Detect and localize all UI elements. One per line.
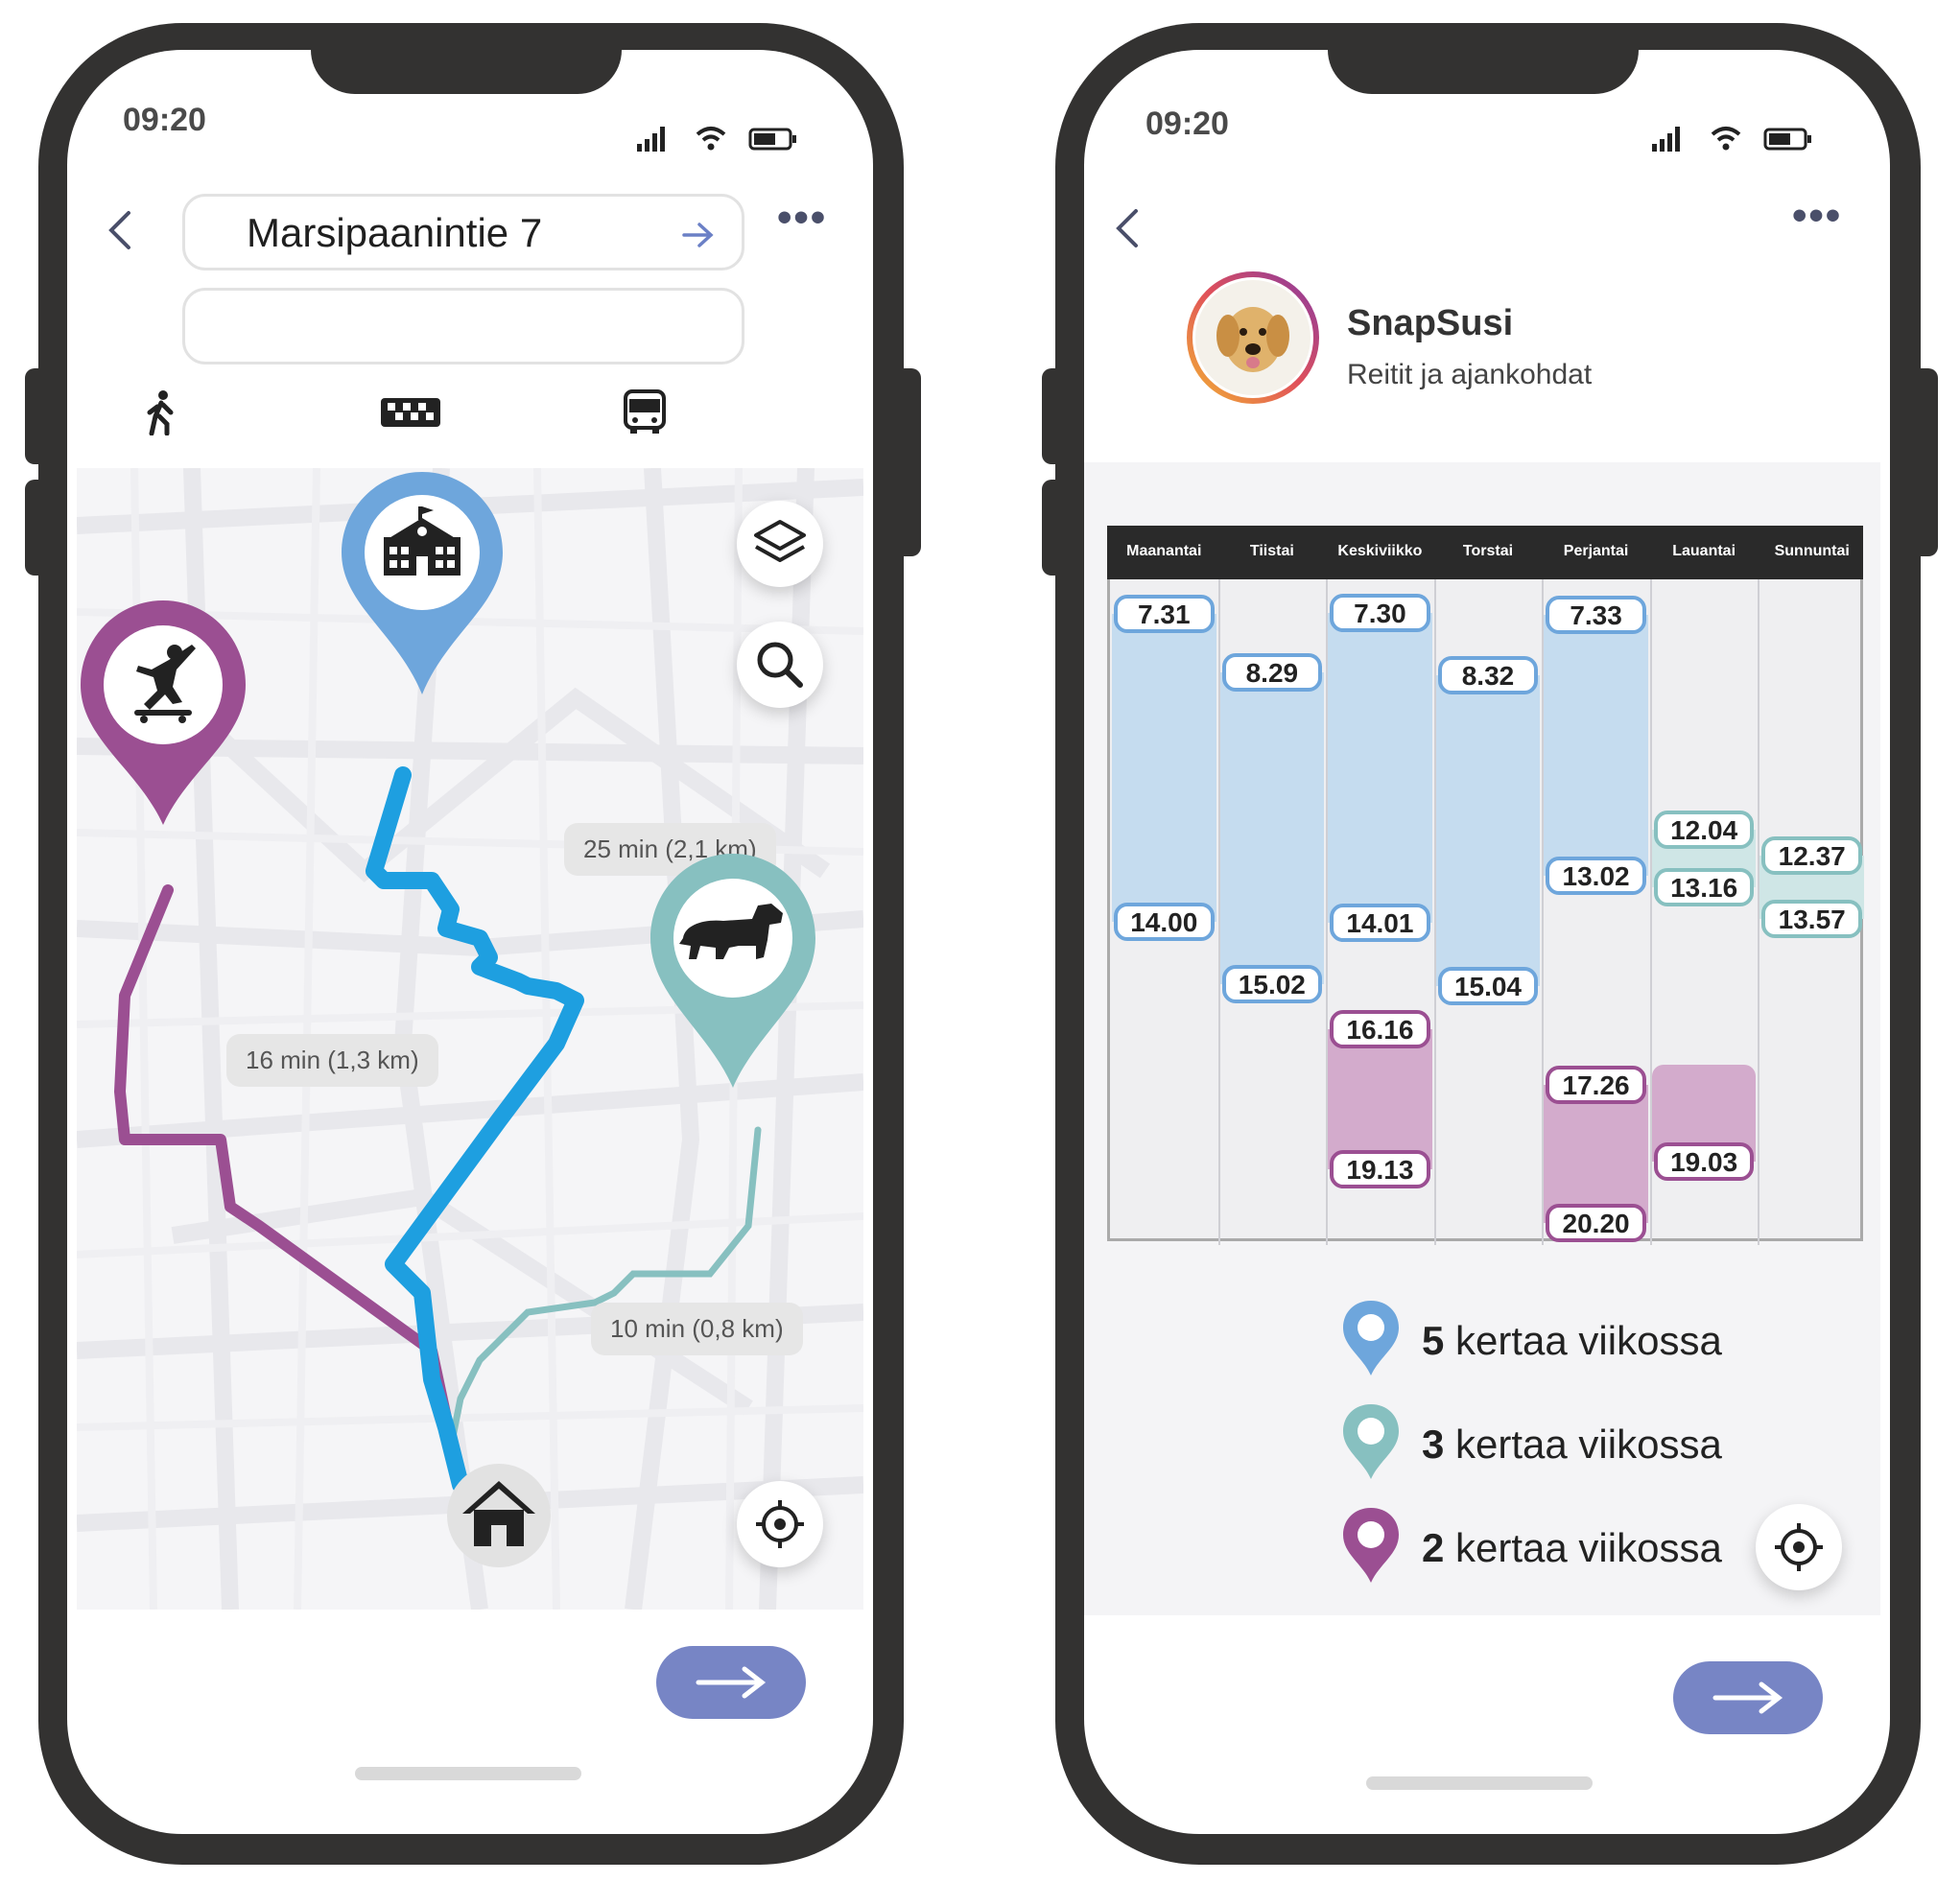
legend-pin-blue-icon: [1343, 1301, 1399, 1375]
legend-item-purple: 2 kertaa viikossa: [1422, 1525, 1722, 1570]
day-header-maanantai: Maanantai: [1126, 543, 1202, 559]
day-header-lauantai: Lauantai: [1672, 543, 1736, 559]
school-pin[interactable]: [340, 470, 505, 696]
continue-button[interactable]: [1673, 1661, 1823, 1734]
teal-start-time-lauantai[interactable]: 12.04: [1653, 811, 1755, 850]
arrow-right-icon: [696, 1666, 767, 1699]
continue-button[interactable]: [656, 1646, 806, 1719]
arrow-right-icon[interactable]: [682, 222, 715, 248]
right-phone-screen: 09:20 ••• SnapSusi Reitit ja ajankohdat …: [1084, 50, 1890, 1834]
teal-end-time-lauantai[interactable]: 13.16: [1653, 867, 1755, 906]
blue-end-time-tiistai[interactable]: 15.02: [1221, 965, 1323, 1004]
wifi-icon: [1711, 127, 1741, 151]
destination-input[interactable]: Marsipaanintie 7: [182, 194, 744, 270]
bus-icon[interactable]: [622, 389, 668, 435]
legend-item-teal: 3 kertaa viikossa: [1422, 1422, 1722, 1467]
walk-icon[interactable]: [144, 389, 178, 435]
taxi-icon[interactable]: [380, 397, 441, 428]
home-indicator: [1366, 1776, 1593, 1790]
home-marker[interactable]: [445, 1462, 553, 1569]
blue-interval-keskiviikko: [1328, 612, 1432, 923]
layers-button[interactable]: [737, 501, 823, 587]
blue-start-time-torstai[interactable]: 8.32: [1437, 655, 1539, 694]
purple-end-time-lauantai[interactable]: 19.03: [1653, 1142, 1755, 1182]
day-header-sunnuntai: Sunnuntai: [1774, 543, 1850, 559]
left-phone-screen: 09:20 Marsipaanintie 7 ••• 25 min (2,1 k…: [67, 50, 873, 1834]
more-options-icon[interactable]: •••: [777, 194, 827, 242]
route-time-skatepark: 16 min (1,3 km): [226, 1034, 438, 1087]
blue-interval-maanantai: [1112, 613, 1216, 922]
purple-interval-perjantai: [1544, 1085, 1648, 1223]
search-icon: [757, 642, 803, 688]
locate-button[interactable]: [737, 1481, 823, 1567]
purple-end-time-keskiviikko[interactable]: 19.13: [1330, 1150, 1430, 1189]
legend-pin-purple-icon: [1343, 1508, 1399, 1583]
legend-item-blue: 5 kertaa viikossa: [1422, 1318, 1722, 1363]
notch: [311, 50, 622, 94]
blue-end-time-perjantai[interactable]: 13.02: [1546, 856, 1646, 895]
route-school: [366, 766, 584, 1493]
status-time: 09:20: [1145, 106, 1229, 142]
blue-interval-tiistai: [1219, 672, 1325, 985]
battery-icon: [748, 128, 796, 151]
avatar[interactable]: [1186, 270, 1320, 405]
arrow-right-icon: [1712, 1681, 1783, 1714]
purple-start-time-perjantai[interactable]: 17.26: [1546, 1066, 1646, 1105]
home-indicator: [355, 1767, 581, 1780]
teal-end-time-sunnuntai[interactable]: 13.57: [1761, 900, 1862, 939]
signal-icon: [1652, 127, 1680, 152]
blue-start-time-maanantai[interactable]: 7.31: [1114, 594, 1215, 633]
battery-icon: [1763, 128, 1811, 151]
blue-start-time-keskiviikko[interactable]: 7.30: [1330, 593, 1430, 632]
status-time: 09:20: [123, 102, 206, 138]
back-chevron-icon[interactable]: [1113, 207, 1142, 249]
back-chevron-icon[interactable]: [106, 209, 134, 251]
map-view[interactable]: 25 min (2,1 km) 16 min (1,3 km) 10 min (…: [77, 468, 863, 1610]
profile-name: SnapSusi: [1347, 303, 1514, 343]
dog-park-pin[interactable]: [647, 852, 819, 1092]
search-button[interactable]: [737, 622, 823, 708]
notch: [1328, 50, 1639, 94]
second-input[interactable]: [182, 288, 744, 364]
crosshair-icon: [1775, 1523, 1823, 1571]
purple-start-time-keskiviikko[interactable]: 16.16: [1330, 1010, 1430, 1049]
teal-start-time-sunnuntai[interactable]: 12.37: [1761, 836, 1862, 876]
day-header-keskiviikko: Keskiviikko: [1337, 543, 1423, 559]
skatepark-pin[interactable]: [77, 599, 249, 829]
layers-icon: [754, 520, 806, 562]
crosshair-icon: [756, 1500, 804, 1548]
destination-value: Marsipaanintie 7: [247, 210, 543, 255]
day-header-torstai: Torstai: [1462, 543, 1514, 559]
wifi-icon: [696, 127, 726, 151]
day-header-tiistai: Tiistai: [1249, 543, 1294, 559]
locate-button[interactable]: [1756, 1504, 1842, 1590]
schedule-table: Maanantai Tiistai Keskiviikko Torstai Perjan…: [1107, 526, 1864, 1245]
signal-icon: [637, 127, 665, 152]
purple-end-time-perjantai[interactable]: 20.20: [1546, 1203, 1646, 1242]
blue-end-time-keskiviikko[interactable]: 14.01: [1330, 903, 1430, 942]
profile-subtitle: Reitit ja ajankohdat: [1347, 359, 1593, 390]
route-time-dog-park: 10 min (0,8 km): [591, 1303, 803, 1355]
route-skatepark: [114, 884, 461, 1481]
blue-end-time-maanantai[interactable]: 14.00: [1114, 902, 1215, 941]
legend-pin-teal-icon: [1343, 1404, 1399, 1479]
purple-interval-keskiviikko: [1328, 1029, 1432, 1170]
blue-start-time-perjantai[interactable]: 7.33: [1546, 596, 1646, 635]
blue-interval-perjantai: [1544, 615, 1648, 876]
blue-interval-torstai: [1435, 674, 1541, 986]
blue-start-time-tiistai[interactable]: 8.29: [1221, 653, 1323, 693]
day-header-perjantai: Perjantai: [1563, 543, 1629, 559]
more-options-icon[interactable]: •••: [1792, 192, 1842, 240]
blue-end-time-torstai[interactable]: 15.04: [1437, 966, 1539, 1005]
